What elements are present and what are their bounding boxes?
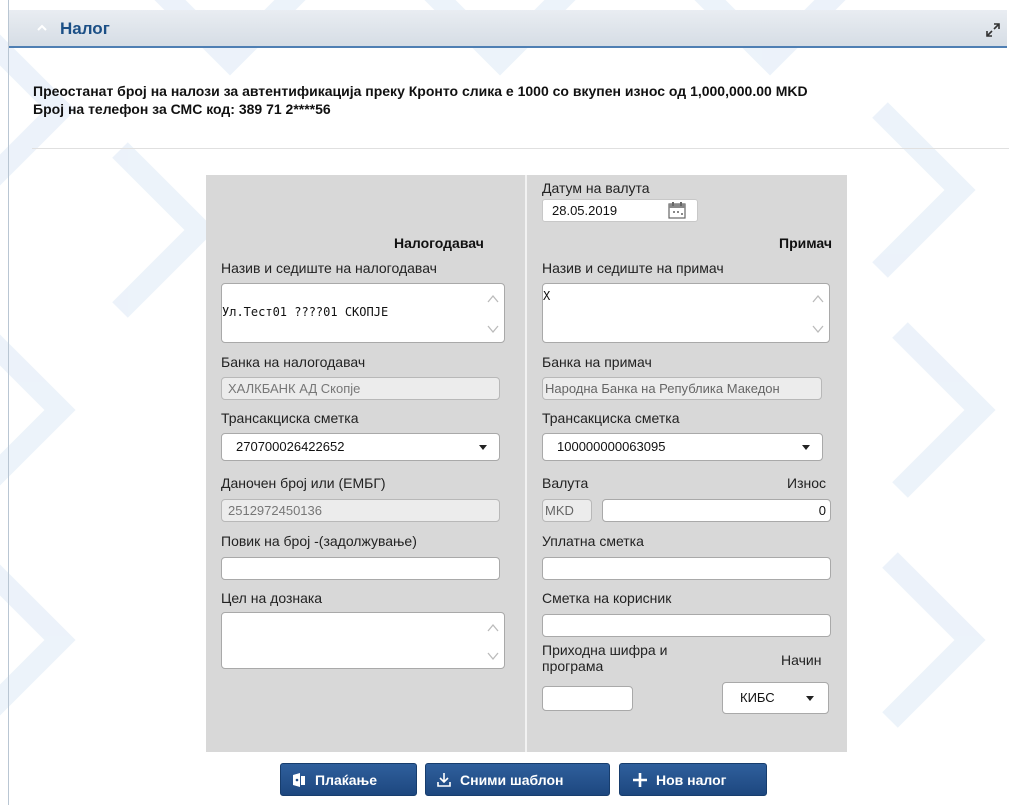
payment-icon [291, 772, 307, 788]
payer-tax-label: Даночен број или (ЕМБГ) [221, 475, 386, 491]
pay-button[interactable]: Плаќање [280, 763, 417, 796]
download-icon [436, 772, 452, 788]
sms-phone-info: Број на телефон за СМС код: 389 71 2****… [33, 101, 331, 117]
payee-name-textarea[interactable]: X [542, 283, 830, 343]
payment-account-label: Уплатна сметка [542, 533, 644, 549]
payer-heading: Налогодавач [394, 235, 484, 251]
payer-tax-field: 2512972450136 [221, 499, 500, 522]
value-date-field[interactable]: 28.05.2019 [542, 199, 698, 222]
scrollbar[interactable] [486, 288, 500, 342]
scrollbar[interactable] [486, 617, 500, 668]
calendar-icon[interactable] [667, 201, 687, 221]
page-title: Налог [60, 19, 110, 38]
save-template-button-label: Сними шаблон [460, 771, 564, 788]
revenue-code-label-line1: Приходна шифра и [542, 642, 668, 658]
payee-account-label: Трансакциска сметка [542, 410, 680, 426]
user-account-field[interactable] [542, 614, 831, 637]
purpose-textarea[interactable] [221, 612, 505, 669]
plus-icon [632, 772, 648, 788]
chevron-down-icon [806, 696, 814, 701]
user-account-label: Сметка на корисник [542, 590, 672, 606]
purpose-label: Цел на дознака [221, 590, 323, 606]
payer-account-label: Трансакциска сметка [221, 410, 359, 426]
remaining-orders-info: Преостанат број на налози за автентифика… [33, 83, 808, 99]
currency-label: Валута [542, 475, 589, 491]
payer-name-value: Ул.Тест01 ????01 СКОПЈЕ [222, 305, 389, 319]
payer-name-label: Назив и седиште на налогодавач [221, 260, 437, 276]
payee-account-select[interactable]: 100000000063095 [542, 433, 823, 461]
payer-bank-field: ХАЛКБАНК АД Скопје [221, 377, 500, 400]
payer-reference-field[interactable] [221, 557, 500, 580]
payer-account-select[interactable]: 270700026422652 [221, 433, 500, 461]
payer-bank-label: Банка на налогодавач [221, 354, 366, 370]
revenue-code-label: Приходна шифра и програма [542, 642, 667, 674]
new-order-button[interactable]: Нов налог [619, 763, 767, 796]
amount-field[interactable]: 0 [602, 499, 831, 522]
panel-header: Налог [9, 10, 1007, 48]
revenue-code-field[interactable] [542, 686, 633, 711]
payee-bank-label: Банка на примач [542, 354, 652, 370]
currency-field: MKD [542, 499, 592, 522]
divider [32, 148, 1009, 149]
payer-reference-label: Повик на број -(задолжување) [221, 533, 417, 549]
expand-icon[interactable] [984, 21, 1002, 39]
method-label: Начин [781, 652, 822, 668]
method-value: КИБС [740, 690, 775, 705]
payee-name-label: Назив и седиште на примач [542, 260, 724, 276]
payee-heading: Примач [779, 235, 832, 251]
amount-label: Износ [787, 475, 826, 491]
payer-name-textarea[interactable]: Ул.Тест01 ????01 СКОПЈЕ [221, 283, 505, 343]
payment-account-field[interactable] [542, 557, 831, 580]
chevron-down-icon [802, 445, 810, 450]
payee-bank-field: Народна Банка на Република Македон [542, 377, 822, 400]
new-order-button-label: Нов налог [656, 771, 727, 788]
revenue-code-label-line2: програма [542, 658, 604, 674]
save-template-button[interactable]: Сними шаблон [425, 763, 610, 796]
chevron-up-icon[interactable] [33, 20, 51, 38]
payee-name-value: X [543, 289, 551, 303]
value-date-label: Датум на валута [542, 180, 650, 196]
value-date-value: 28.05.2019 [552, 203, 618, 218]
method-select[interactable]: КИБС [722, 682, 829, 714]
pay-button-label: Плаќање [315, 771, 378, 788]
payer-account-value: 270700026422652 [236, 439, 345, 454]
column-separator [525, 175, 527, 752]
payee-account-value: 100000000063095 [557, 439, 666, 454]
chevron-down-icon [479, 445, 487, 450]
scrollbar[interactable] [811, 288, 825, 342]
